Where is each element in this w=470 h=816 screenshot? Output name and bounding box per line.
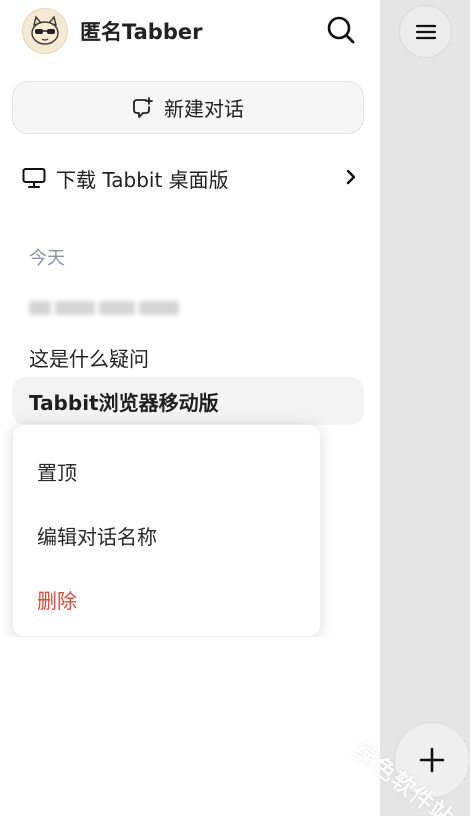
context-menu: 置顶 编辑对话名称 删除 — [12, 424, 321, 637]
chevron-right-icon — [346, 169, 356, 185]
history-item-active[interactable]: Tabbit浏览器移动版 — [12, 377, 364, 425]
chat-add-icon — [133, 96, 153, 118]
cat-avatar-icon — [31, 15, 59, 45]
hamburger-icon — [415, 24, 436, 39]
new-chat-label: 新建对话 — [164, 97, 244, 121]
section-title-today: 今天 — [29, 248, 65, 269]
drawer-empty-area — [0, 637, 380, 816]
menu-item-rename[interactable]: 编辑对话名称 — [37, 521, 157, 550]
avatar[interactable] — [22, 8, 68, 54]
history-item-label: Tabbit浏览器移动版 — [29, 390, 219, 415]
new-chat-button[interactable]: 新建对话 — [12, 81, 364, 134]
monitor-icon — [22, 168, 46, 188]
search-button[interactable] — [324, 13, 358, 47]
main-panel — [380, 0, 470, 816]
menu-item-pin[interactable]: 置顶 — [37, 457, 77, 486]
download-desktop-label: 下载 Tabbit 桌面版 — [56, 167, 229, 192]
history-item[interactable]: 这是什么疑问 — [29, 343, 149, 372]
history-item-blurred[interactable] — [29, 296, 181, 320]
menu-button[interactable] — [399, 5, 452, 58]
menu-item-delete[interactable]: 删除 — [37, 585, 77, 614]
sidebar-header: 匿名Tabber — [22, 7, 358, 55]
download-desktop-link[interactable]: 下载 Tabbit 桌面版 — [22, 156, 358, 200]
user-name[interactable]: 匿名Tabber — [80, 16, 202, 46]
plus-icon — [419, 747, 445, 773]
sidebar-drawer: 匿名Tabber 新建对话 下载 Tabbit 桌面版 今天 这是什么疑问 Ta… — [0, 0, 380, 816]
search-icon — [327, 16, 355, 44]
